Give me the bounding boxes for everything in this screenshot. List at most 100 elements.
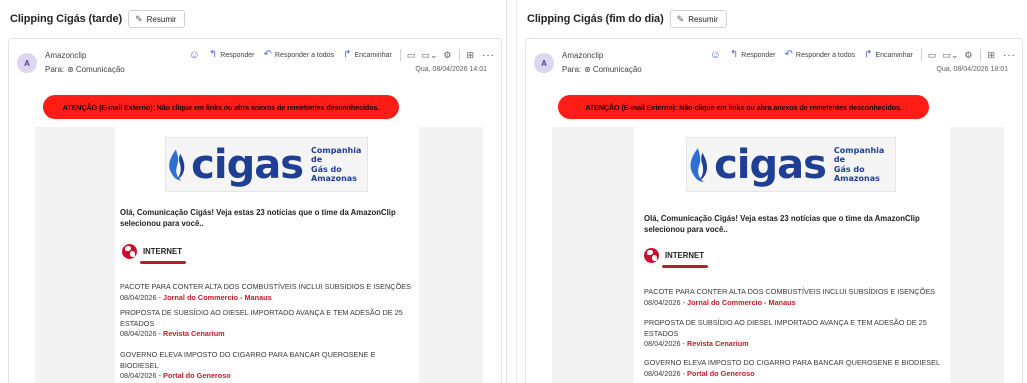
reply-label: Responder [741, 51, 776, 59]
news-date: 08/04/2026 - [120, 292, 161, 302]
news-title[interactable]: PACOTE PARA CONTER ALTA DOS COMBUSTÍVEIS… [644, 287, 944, 298]
logo-tagline-line-2: Gás do Amazonas [833, 164, 880, 183]
reply-all-label: Responder a todos [274, 51, 335, 59]
news-source[interactable]: Portal do Generoso [687, 369, 755, 378]
emoji-icon[interactable]: ☺ [189, 49, 200, 61]
email-pane-left: Clipping Cigás (tarde) ✎ Resumir A Amazon… [0, 0, 507, 383]
more-icon[interactable]: ··· [1003, 50, 1016, 61]
email-subject: Clipping Cigás (tarde) [10, 13, 123, 25]
news-source[interactable]: Jornal do Commercio - Manaus [163, 293, 272, 302]
forward-button[interactable]: ↱ Encaminhar [343, 50, 392, 60]
grid-view-icon[interactable]: ⊞ [466, 50, 474, 60]
news-title[interactable]: PACOTE PARA CONTER ALTA DOS COMBUSTÍVEIS… [120, 282, 412, 293]
news-title[interactable]: PROPOSTA DE SUBSÍDIO AO DIESEL IMPORTADO… [120, 308, 412, 329]
recipient-line: Para: ⊛ Comunicação [562, 65, 642, 74]
section-header: INTERNET [644, 248, 704, 263]
news-item: GOVERNO ELEVA IMPOSTO DO CIGARRO PARA BA… [120, 350, 412, 382]
forward-icon: ↱ [343, 49, 352, 60]
reply-all-label: Responder a todos [795, 51, 856, 59]
forward-button[interactable]: ↱ Encaminhar [864, 50, 913, 60]
message-date: Qua, 08/04/2026 14:01 [415, 66, 487, 73]
external-warning-banner: ATENÇÃO (E-mail Externo): Não clique em … [558, 95, 929, 119]
summarize-button[interactable]: ✎ Resumir [669, 10, 727, 28]
avatar[interactable]: A [17, 53, 37, 73]
news-source[interactable]: Revista Cenarium [687, 339, 749, 348]
message-date: Qua, 08/04/2026 18:01 [936, 66, 1008, 73]
toolbar-separator [459, 49, 461, 61]
news-date: 08/04/2026 - [644, 297, 685, 307]
news-source[interactable]: Revista Cenarium [163, 329, 225, 338]
logo-tagline-line-1: Companhia de [311, 146, 362, 165]
reply-all-icon: ↶ [263, 49, 272, 60]
section-label: INTERNET [665, 251, 704, 260]
more-icon[interactable]: ··· [482, 50, 495, 61]
cigas-logo: cigas Companhia de Gás do Amazonas [686, 137, 896, 192]
reply-all-button[interactable]: ↶ Responder a todos [785, 50, 856, 60]
emoji-icon[interactable]: ☺ [710, 49, 721, 61]
toolbar-separator [980, 49, 982, 61]
summarize-button[interactable]: ✎ Resumir [128, 10, 186, 28]
news-date: 08/04/2026 - [644, 368, 685, 378]
news-source[interactable]: Jornal do Commercio - Manaus [687, 298, 796, 307]
summarize-label: Resumir [688, 14, 718, 24]
news-source[interactable]: Portal do Generoso [163, 371, 231, 380]
message-card: A Amazonclip Para: ⊛ Comunicação ☺ ↰ Respon… [525, 38, 1023, 383]
toolbar-separator [399, 49, 401, 61]
toolbar-separator [920, 49, 922, 61]
settings-icon[interactable]: ⚙ [964, 50, 972, 60]
section-underline [140, 261, 186, 264]
news-title[interactable]: GOVERNO ELEVA IMPOSTO DO CIGARRO PARA BA… [120, 350, 412, 371]
email-subject: Clipping Cigás (fim do dia) [527, 13, 664, 25]
copy-icon[interactable]: ▭ [407, 50, 416, 60]
settings-icon[interactable]: ⚙ [443, 50, 451, 60]
news-date: 08/04/2026 - [120, 329, 161, 339]
reply-all-icon: ↶ [784, 49, 793, 60]
news-title[interactable]: GOVERNO ELEVA IMPOSTO DO CIGARRO PARA BA… [644, 358, 944, 369]
logo-wordmark: cigas [191, 141, 304, 188]
grid-view-icon[interactable]: ⊞ [987, 50, 995, 60]
copy-icon[interactable]: ▭ [928, 50, 937, 60]
greeting-text: Olá, Comunicação Cigás! Veja estas 23 no… [644, 214, 920, 235]
news-item: PACOTE PARA CONTER ALTA DOS COMBUSTÍVEIS… [644, 287, 944, 308]
avatar[interactable]: A [534, 53, 554, 73]
to-label: Para: [45, 65, 65, 74]
section-header: INTERNET [122, 244, 182, 259]
flame-icon [690, 147, 708, 182]
forward-label: Encaminhar [875, 51, 913, 59]
move-icon[interactable]: ▭⌄ [942, 50, 958, 60]
external-warning-banner: ATENÇÃO (E-mail Externo): Não clique em … [43, 95, 399, 119]
reply-all-button[interactable]: ↶ Responder a todos [264, 50, 335, 60]
newsletter-body: cigas Companhia de Gás do Amazonas Olá, C… [115, 127, 419, 383]
recipient-line: Para: ⊛ Comunicação [45, 65, 125, 74]
globe-icon [644, 248, 659, 263]
logo-tagline: Companhia de Gás do Amazonas [834, 146, 895, 183]
news-item: PACOTE PARA CONTER ALTA DOS COMBUSTÍVEIS… [120, 282, 412, 303]
news-item: PROPOSTA DE SUBSÍDIO AO DIESEL IMPORTADO… [120, 308, 412, 340]
email-pane-right: Clipping Cigás (fim do dia) ✎ Resumir A A… [516, 0, 1027, 383]
reply-icon: ↰ [729, 49, 739, 60]
recipient-name[interactable]: Comunicação [76, 65, 125, 74]
flame-icon [169, 148, 185, 181]
reply-button[interactable]: ↰ Responder [209, 50, 255, 60]
sender-name[interactable]: Amazonclip [45, 51, 86, 60]
news-item: GOVERNO ELEVA IMPOSTO DO CIGARRO PARA BA… [644, 358, 944, 379]
move-icon[interactable]: ▭⌄ [421, 50, 437, 60]
to-label: Para: [562, 65, 582, 74]
forward-label: Encaminhar [354, 51, 392, 59]
group-icon: ⊛ [67, 65, 74, 74]
logo-tagline-line-2: Gás do Amazonas [311, 164, 357, 183]
news-title[interactable]: PROPOSTA DE SUBSÍDIO AO DIESEL IMPORTADO… [644, 318, 944, 339]
cigas-logo: cigas Companhia de Gás do Amazonas [165, 137, 368, 192]
logo-wordmark: cigas [714, 141, 827, 188]
logo-tagline: Companhia de Gás do Amazonas [311, 146, 367, 183]
globe-icon [122, 244, 137, 259]
section-label: INTERNET [143, 247, 182, 256]
section-underline [662, 265, 708, 268]
reply-button[interactable]: ↰ Responder [730, 50, 776, 60]
summarize-label: Resumir [146, 14, 177, 24]
sender-name[interactable]: Amazonclip [562, 51, 603, 60]
message-actions: ☺ ↰ Responder ↶ Responder a todos ↱ Encamin… [189, 49, 495, 61]
recipient-name[interactable]: Comunicação [593, 65, 642, 74]
greeting-text: Olá, Comunicação Cigás! Veja estas 23 no… [120, 208, 396, 229]
reply-icon: ↰ [208, 49, 218, 60]
